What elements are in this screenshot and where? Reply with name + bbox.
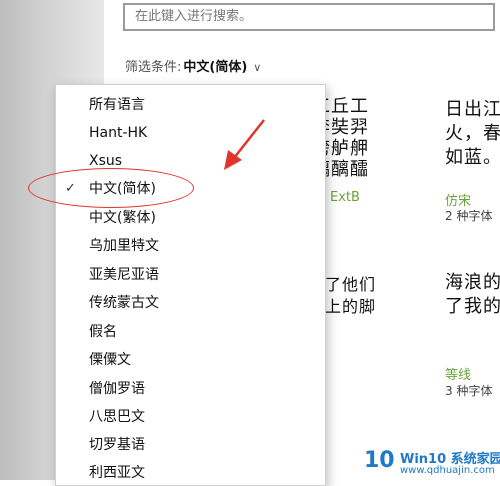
font-sample-fangsong[interactable]: 日出江 火，春 如蓝。 xyxy=(445,98,500,170)
font-card-count: 2 种字体 xyxy=(445,209,493,223)
dropdown-item[interactable]: 切罗基语 xyxy=(56,431,325,459)
font-card-name: 等线 xyxy=(445,368,472,383)
sample-line: 日出江 xyxy=(445,99,500,120)
dropdown-item-label: Hant-HK xyxy=(89,125,148,141)
dropdown-item[interactable]: 亚美尼亚语 xyxy=(56,261,325,289)
dropdown-item-label: 切罗基语 xyxy=(89,437,145,453)
dropdown-item-label: 中文(繁体) xyxy=(89,210,156,226)
dropdown-item-label: 利西亚文 xyxy=(89,465,145,481)
dropdown-item-label: 乌加里特文 xyxy=(89,238,159,254)
sample-line: 如蓝。 xyxy=(445,147,500,168)
dropdown-item[interactable]: 利西亚文 xyxy=(56,459,325,485)
dropdown-item-label: 傈僳文 xyxy=(89,352,131,368)
dropdown-item-label: 传统蒙古文 xyxy=(89,295,159,311)
dropdown-item[interactable]: 乌加里特文 xyxy=(56,232,325,260)
dropdown-item-label: 假名 xyxy=(89,324,117,340)
annotation-arrow-icon xyxy=(224,119,265,170)
dropdown-item-label: 八思巴文 xyxy=(89,409,145,425)
language-dropdown[interactable]: 所有语言 Hant-HK Xsus ✓ 中文(简体) 中文(繁体) 乌加里特文 亚… xyxy=(55,84,326,486)
dropdown-item[interactable]: 传统蒙古文 xyxy=(56,289,325,317)
font-card-count: 3 种字体 xyxy=(445,384,493,398)
dropdown-item[interactable]: 傈僳文 xyxy=(56,346,325,374)
sample-line: 了我的 xyxy=(445,296,500,317)
font-card-name: ExtB xyxy=(330,190,360,205)
dropdown-item[interactable]: Hant-HK xyxy=(56,119,325,147)
font-sample-dengxian[interactable]: 海浪的 了我的 xyxy=(445,271,500,319)
win10-logo-icon: 10 xyxy=(364,448,395,473)
dropdown-item-label: 所有语言 xyxy=(89,97,145,113)
dropdown-item[interactable]: 八思巴文 xyxy=(56,403,325,431)
filter-label: 筛选条件: xyxy=(125,60,182,75)
dropdown-item[interactable]: 中文(繁体) xyxy=(56,204,325,232)
dropdown-item[interactable]: 所有语言 xyxy=(56,91,325,119)
search-input[interactable]: 在此键入进行搜索。 xyxy=(123,3,495,31)
dropdown-item[interactable]: 僧伽罗语 xyxy=(56,375,325,403)
watermark: 10 Win10 系统家园 www.qdhuajin.com xyxy=(360,446,500,480)
annotation-ellipse xyxy=(28,168,194,208)
filter-value[interactable]: 中文(简体) xyxy=(183,60,247,75)
dropdown-item[interactable]: 假名 xyxy=(56,318,325,346)
filter-row[interactable]: 筛选条件: 中文(简体) ∨ xyxy=(125,56,261,75)
dropdown-item-label: 僧伽罗语 xyxy=(89,381,145,397)
sample-line: 海浪的 xyxy=(445,272,500,293)
watermark-url: www.qdhuajin.com xyxy=(400,465,495,476)
chevron-down-icon[interactable]: ∨ xyxy=(253,61,261,74)
sample-line: 火，春 xyxy=(445,123,500,144)
dropdown-item-label: 亚美尼亚语 xyxy=(89,267,159,283)
